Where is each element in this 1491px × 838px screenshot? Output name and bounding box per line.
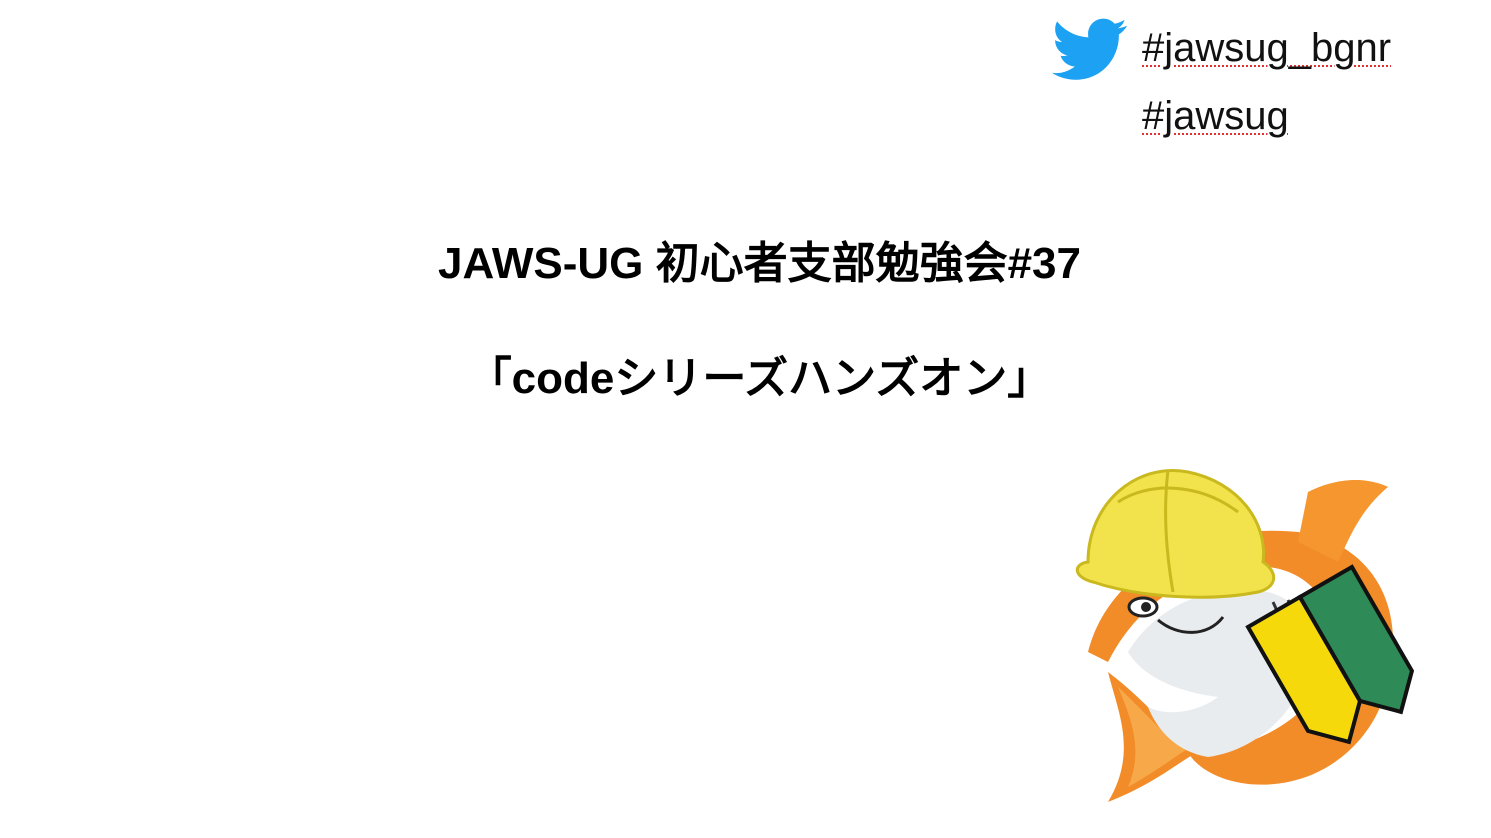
slide-title: JAWS-UG 初心者支部勉強会#37 [438,239,1081,288]
twitter-bird-icon [1052,18,1127,80]
slide: #jawsug_bgnr #jawsug JAWS-UG 初心者支部勉強会#37… [0,0,1491,838]
slide-subtitle: 「codeシリーズハンズオン」 [467,354,1052,403]
hashtag-jawsug: #jawsug [1142,94,1289,138]
jaws-shark-mascot-icon [1075,469,1415,802]
hashtag-jawsug-bgnr: #jawsug_bgnr [1142,26,1392,70]
